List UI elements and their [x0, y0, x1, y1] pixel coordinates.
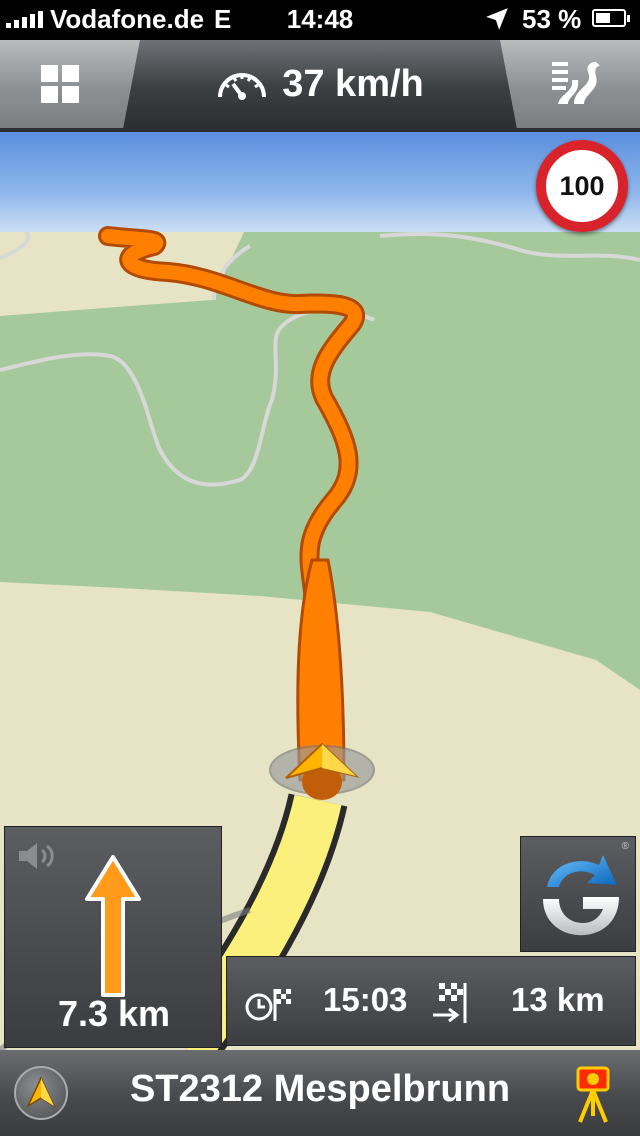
straight-arrow-icon — [85, 855, 141, 997]
grid-menu-icon — [41, 65, 79, 103]
speed-camera-icon[interactable] — [572, 1064, 614, 1126]
menu-button[interactable] — [0, 40, 140, 128]
speaker-icon[interactable] — [17, 841, 59, 871]
trip-info-panel[interactable]: 15:03 13 km — [226, 956, 636, 1046]
speed-limit-sign: 100 — [536, 140, 628, 232]
speed-value: 37 km/h — [282, 62, 424, 105]
clock-flag-icon — [245, 989, 291, 1021]
route-options-button[interactable] — [500, 40, 640, 128]
battery-percent: 53 % — [522, 4, 582, 34]
status-bar: Vodafone.de E 14:48 53 % — [0, 0, 640, 40]
navigon-button[interactable]: ® — [520, 836, 636, 952]
battery-icon — [592, 9, 630, 27]
finish-flag-icon — [433, 983, 467, 1023]
speedometer-icon — [218, 73, 267, 100]
route-lanes-icon — [552, 62, 600, 104]
turn-instruction-panel[interactable]: 7.3 km — [4, 826, 222, 1048]
top-bar: 37 km/h — [0, 40, 640, 132]
current-street: ST2312 Mespelbrunn — [129, 1068, 511, 1110]
remaining-distance: 13 km — [511, 981, 605, 1018]
turn-distance: 7.3 km — [57, 993, 171, 1034]
registered-mark: ® — [621, 841, 629, 852]
bottom-bar: ST2312 Mespelbrunn — [0, 1050, 640, 1136]
arrival-time: 15:03 — [323, 981, 408, 1018]
navigon-logo-icon — [543, 855, 619, 936]
current-speed: 37 km/h — [140, 40, 500, 128]
location-arrow-icon — [486, 8, 508, 30]
